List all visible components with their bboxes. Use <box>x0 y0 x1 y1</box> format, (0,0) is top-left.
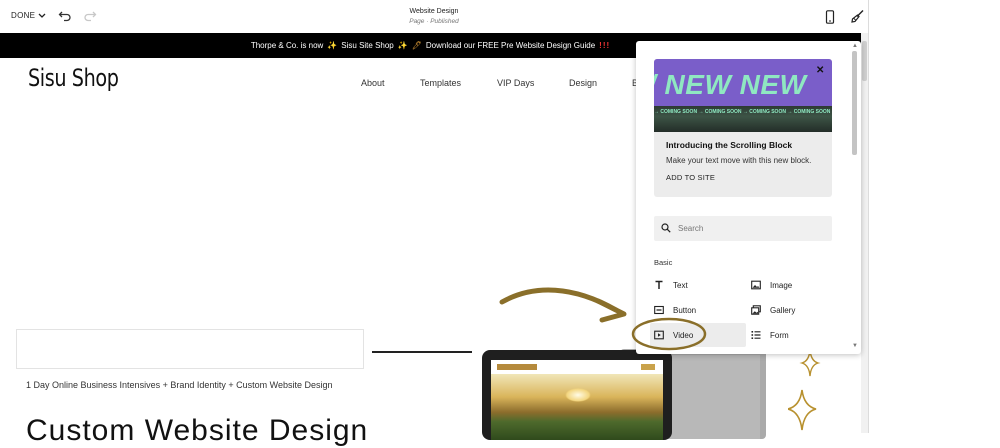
panel-scrollbar-thumb[interactable] <box>852 51 857 155</box>
block-item-label: Form <box>770 330 789 340</box>
block-item-image[interactable]: Image <box>751 275 792 295</box>
nav-link-about[interactable]: About <box>361 78 385 88</box>
promo-banner-image: / NEW NEW → COMING SOON → COMING SOON → … <box>654 59 832 132</box>
mockup-logo <box>497 364 537 370</box>
page-status: Page · Published <box>409 18 459 25</box>
pen-icon: 🖊 <box>411 41 422 50</box>
block-item-label: Gallery <box>770 305 796 315</box>
image-icon <box>751 280 761 290</box>
hero-tagline: 1 Day Online Business Intensives + Brand… <box>26 380 333 390</box>
nav-link-templates[interactable]: Templates <box>420 78 461 88</box>
block-item-label: Image <box>770 280 793 290</box>
form-list-icon <box>751 331 761 339</box>
search-icon <box>661 223 671 233</box>
scroll-down-icon[interactable]: ▼ <box>852 343 858 349</box>
site-scrollbar[interactable] <box>861 33 868 433</box>
promo-title: Introducing the Scrolling Block <box>666 140 793 150</box>
editor-toolbar: DONE Website Design Page · Published <box>0 0 868 34</box>
announcement-text-2: Sisu Site Shop <box>341 41 394 50</box>
announcement-text-1: Thorpe & Co. is now <box>250 41 324 50</box>
divider-line <box>372 351 472 353</box>
gallery-icon <box>751 305 761 315</box>
mockup-sun <box>565 388 591 402</box>
laptop-mockup <box>482 350 672 440</box>
page-title[interactable]: Website Design <box>0 8 868 15</box>
annotation-circle-icon <box>631 317 707 351</box>
block-item-label: Button <box>673 305 697 315</box>
nav-link-design[interactable]: Design <box>569 78 597 88</box>
promo-banner-ticker: → COMING SOON → COMING SOON → COMING SOO… <box>654 109 832 115</box>
add-block-panel: / NEW NEW → COMING SOON → COMING SOON → … <box>636 41 861 354</box>
editor-gutter <box>868 0 1000 433</box>
mockup-hero-photo <box>491 374 663 440</box>
paint-brush-icon[interactable] <box>850 9 865 24</box>
block-search[interactable] <box>654 216 832 241</box>
nav-link-vip-days[interactable]: VIP Days <box>497 78 534 88</box>
text-icon <box>655 280 663 289</box>
close-icon[interactable]: ✕ <box>816 65 824 76</box>
section-label-basic: Basic <box>654 258 673 267</box>
block-item-gallery[interactable]: Gallery <box>751 300 795 320</box>
site-logo[interactable]: Sisu Shop <box>28 64 119 92</box>
mockup-button <box>641 364 655 370</box>
mobile-phone-icon[interactable] <box>824 10 836 24</box>
block-item-label: Text <box>673 280 688 290</box>
search-input[interactable] <box>678 221 826 236</box>
sparkle-icon: ✨ <box>327 41 338 50</box>
scroll-up-icon[interactable]: ▲ <box>852 43 858 49</box>
add-to-site-button[interactable]: ADD TO SITE <box>666 173 715 182</box>
hero-headline: Custom Website Design <box>26 414 369 447</box>
panel-scrollbar[interactable]: ▲ ▼ <box>851 43 858 349</box>
mockup-site-header <box>491 360 663 375</box>
announcement-text-3: Download our FREE Pre Website Design Gui… <box>425 41 596 50</box>
annotation-arrow-icon <box>499 287 627 323</box>
laptop-screen <box>491 360 663 440</box>
exclamation-icons: !!! <box>599 41 611 50</box>
promo-description: Make your text move with this new block. <box>666 156 812 165</box>
empty-content-block[interactable] <box>16 329 364 369</box>
block-item-form[interactable]: Form <box>751 325 789 345</box>
promo-banner-text: / NEW NEW <box>654 69 807 100</box>
block-item-text[interactable]: Text <box>654 275 688 295</box>
button-icon <box>654 305 664 315</box>
site-scrollbar-thumb[interactable] <box>862 41 867 81</box>
promo-card: / NEW NEW → COMING SOON → COMING SOON → … <box>654 59 832 197</box>
sparkle-decoration-icon <box>788 349 821 431</box>
sparkle-icon: ✨ <box>397 41 408 50</box>
